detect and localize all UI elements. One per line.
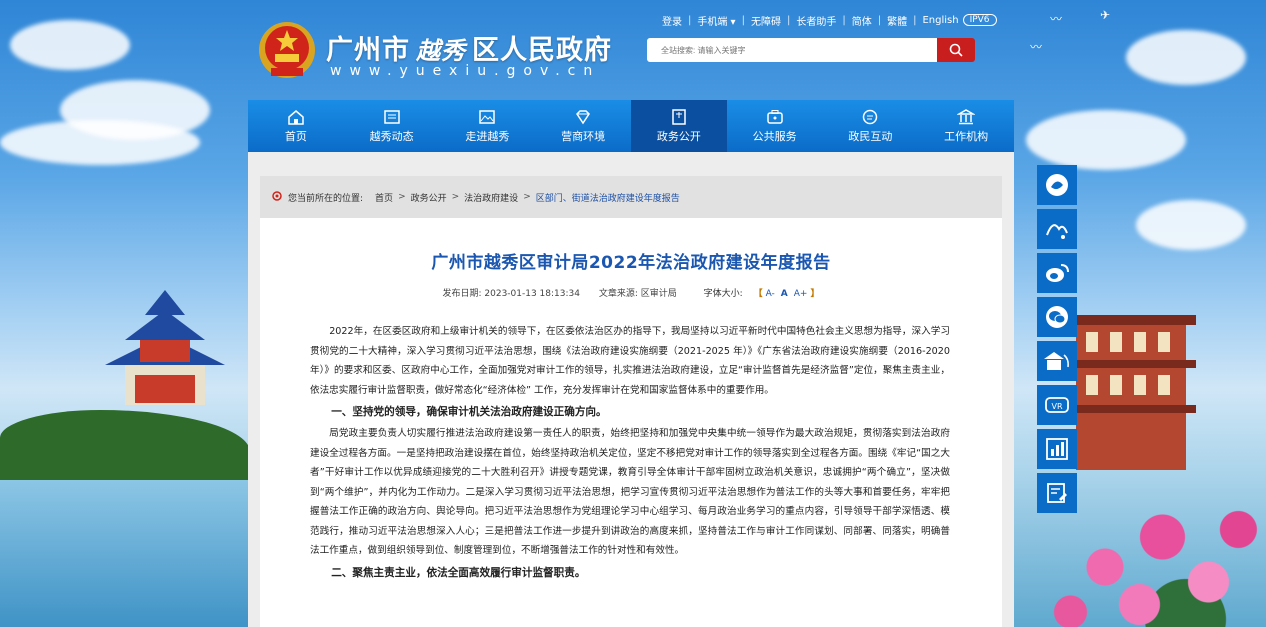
side-yuexiu-logo[interactable] xyxy=(1037,165,1077,205)
chat-icon xyxy=(863,109,878,124)
nav-label: 走进越秀 xyxy=(465,129,510,143)
yuexiu-brand-icon xyxy=(1046,224,1068,239)
article-meta: 发布日期: 2023-01-13 18:13:34 文章来源: 区审计局 字体大… xyxy=(260,286,1002,299)
content-area: 您当前所在的位置: 首页 > 政务公开 > 法治政府建设 > 区部门、街道法治政… xyxy=(248,152,1014,627)
side-data-chart[interactable] xyxy=(1037,429,1077,469)
nav-label: 公共服务 xyxy=(752,129,797,143)
location-pin-icon xyxy=(272,191,282,201)
section-heading: 一、坚持党的领导，确保审计机关法治政府建设正确方向。 xyxy=(331,406,607,418)
font-size-larger[interactable]: A+ xyxy=(794,289,808,299)
breadcrumb: 您当前所在的位置: 首页 > 政务公开 > 法治政府建设 > 区部门、街道法治政… xyxy=(260,176,1002,218)
article-paragraph: 2022年，在区委区政府和上级审计机关的领导下，在区委依法治区办的指导下，我局坚… xyxy=(310,326,950,396)
briefcase-icon xyxy=(766,109,783,124)
article-body: 2022年，在区委区政府和上级审计机关的领导下，在区委依法治区办的指导下，我局坚… xyxy=(310,322,950,585)
side-yuexiu-brand[interactable] xyxy=(1037,209,1077,249)
nav-label: 工作机构 xyxy=(944,129,989,143)
weibo-icon xyxy=(1046,264,1069,282)
side-vr[interactable]: VR xyxy=(1037,385,1077,425)
accessibility-link[interactable]: 无障碍 xyxy=(751,13,781,28)
side-weibo[interactable] xyxy=(1037,253,1077,293)
bird-decoration: 〰 xyxy=(1030,40,1043,54)
chart-icon xyxy=(1046,438,1068,460)
bird-decoration: 〰 xyxy=(1050,12,1063,26)
nav-label: 政民互动 xyxy=(848,129,893,143)
side-wechat[interactable] xyxy=(1037,297,1077,337)
search-button[interactable] xyxy=(937,38,975,62)
bird-decoration: ✈ xyxy=(1100,8,1111,22)
tower-illustration xyxy=(1066,315,1196,470)
svg-text:VR: VR xyxy=(1051,402,1062,411)
nav-work-agencies[interactable]: 工作机构 xyxy=(918,100,1014,152)
main-nav: 首页 越秀动态 走进越秀 营商环境 政务公开 公共服务 政民互动 工作机构 xyxy=(248,100,1014,152)
site-url: www.yuexiu.gov.cn xyxy=(330,63,601,79)
nav-home[interactable]: 首页 xyxy=(248,100,344,152)
nav-label: 政务公开 xyxy=(656,129,701,143)
side-float-bar: VR xyxy=(1037,165,1077,513)
side-form[interactable] xyxy=(1037,473,1077,513)
site-name-suffix: 区人民政府 xyxy=(472,35,612,66)
breadcrumb-current[interactable]: 区部门、街道法治政府建设年度报告 xyxy=(536,191,680,204)
font-size-smaller[interactable]: A- xyxy=(766,289,775,299)
elder-assist-link[interactable]: 长者助手 xyxy=(796,13,836,28)
national-emblem-logo[interactable] xyxy=(257,20,317,82)
yuexiu-logo-icon xyxy=(1046,174,1068,196)
breadcrumb-home[interactable]: 首页 xyxy=(375,191,393,204)
form-icon xyxy=(1047,483,1067,503)
english-link[interactable]: English xyxy=(922,15,958,26)
news-icon xyxy=(383,109,400,124)
picture-icon xyxy=(479,109,496,124)
vr-icon: VR xyxy=(1045,397,1069,413)
nav-label: 越秀动态 xyxy=(369,129,414,143)
login-link[interactable]: 登录 xyxy=(662,13,682,28)
background-scenery-left xyxy=(0,0,260,627)
simplified-link[interactable]: 简体 xyxy=(852,13,872,28)
ipv6-badge: IPV6 xyxy=(962,14,997,26)
nav-label: 首页 xyxy=(284,129,307,143)
top-links: 登录 | 手机端 ▾ | 无障碍 | 长者助手 | 简体 | 繁體 | English IP… xyxy=(662,12,997,28)
font-size-control: 字体大小: 【A- A A+】 xyxy=(703,289,820,299)
article-title: 广州市越秀区审计局2022年法治政府建设年度报告 xyxy=(431,253,831,273)
nav-public-interaction[interactable]: 政民互动 xyxy=(823,100,919,152)
font-size-normal[interactable]: A xyxy=(781,289,788,299)
nav-explore-yuexiu[interactable]: 走进越秀 xyxy=(440,100,536,152)
breadcrumb-prefix: 您当前所在的位置: xyxy=(288,193,364,204)
article-source: 文章来源: 区审计局 xyxy=(598,289,677,299)
nav-business-environment[interactable]: 营商环境 xyxy=(535,100,631,152)
nav-yuexiu-news[interactable]: 越秀动态 xyxy=(344,100,440,152)
publish-date: 发布日期: 2023-01-13 18:13:34 xyxy=(442,289,580,299)
wechat-icon xyxy=(1046,306,1068,328)
document-icon xyxy=(672,108,686,125)
temple-illustration xyxy=(105,290,225,405)
breadcrumb-rule-of-law[interactable]: 法治政府建设 xyxy=(464,191,518,204)
traditional-link[interactable]: 繁體 xyxy=(887,13,907,28)
pavilion-icon xyxy=(1044,352,1069,370)
diamond-icon xyxy=(576,109,591,124)
nav-public-service[interactable]: 公共服务 xyxy=(727,100,823,152)
mobile-link[interactable]: 手机端 ▾ xyxy=(697,13,735,28)
home-icon xyxy=(288,109,304,125)
article-paragraph: 局党政主要负责人切实履行推进法治政府建设第一责任人的职责，始终把坚持和加强党中央… xyxy=(310,428,950,556)
search-icon xyxy=(949,43,963,57)
article: 广州市越秀区审计局2022年法治政府建设年度报告 发布日期: 2023-01-1… xyxy=(260,218,1002,627)
site-name-brush: 越秀 xyxy=(416,36,466,65)
site-name[interactable]: 广州市 越秀 区人民政府 xyxy=(326,28,612,67)
search-input[interactable] xyxy=(647,38,937,62)
nav-label: 营商环境 xyxy=(561,129,606,143)
nav-government-affairs[interactable]: 政务公开 xyxy=(631,100,727,152)
section-heading: 二、聚焦主责主业，依法全面高效履行审计监督职责。 xyxy=(331,566,586,579)
building-icon xyxy=(957,108,976,124)
side-pavilion[interactable] xyxy=(1037,341,1077,381)
font-size-label: 字体大小: xyxy=(703,289,743,299)
site-name-city: 广州市 xyxy=(326,35,410,66)
breadcrumb-government-affairs[interactable]: 政务公开 xyxy=(411,191,447,204)
